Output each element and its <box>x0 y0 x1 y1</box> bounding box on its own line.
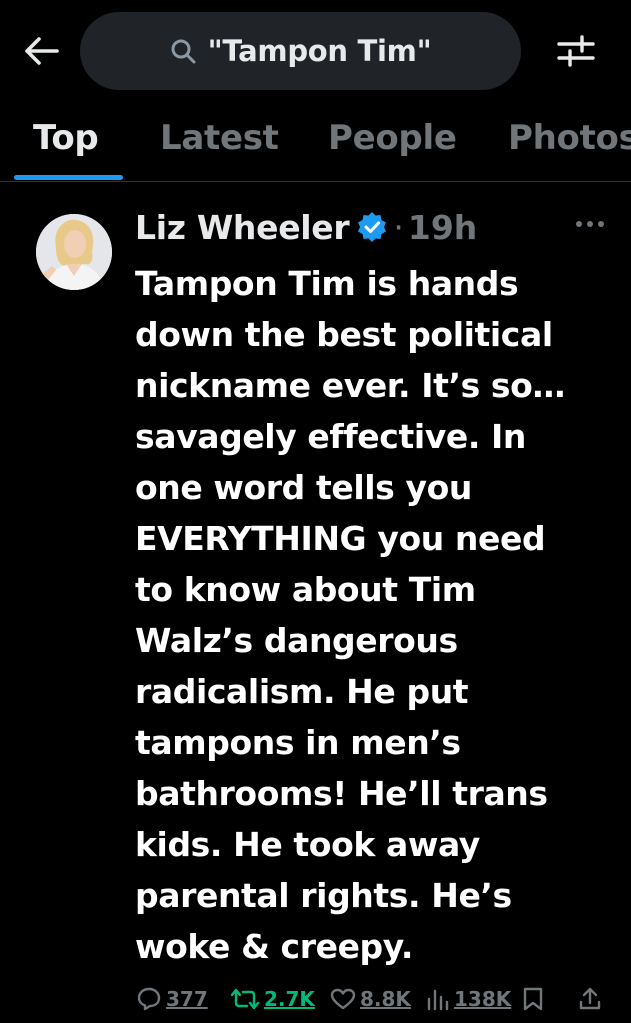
post-text-line: down the best political <box>135 315 553 354</box>
post-actions: 377 2.7K 8.8K 138K <box>0 982 631 1016</box>
repost-count: 2.7K <box>264 987 315 1011</box>
arrow-left-icon <box>25 37 59 65</box>
search-bar[interactable]: "Tampon Tim" <box>80 12 521 90</box>
sliders-icon <box>557 35 595 67</box>
reply-icon <box>137 987 161 1011</box>
post-text-line: woke & creepy. <box>135 927 413 966</box>
verified-badge-icon[interactable] <box>357 212 387 242</box>
post-text-line: radicalism. He put <box>135 672 469 711</box>
author-name[interactable]: Liz Wheeler <box>135 208 350 247</box>
post-text-line: to know about Tim <box>135 570 476 609</box>
like-count: 8.8K <box>360 987 411 1011</box>
separator-dot: · <box>393 207 404 247</box>
more-options-button[interactable] <box>570 212 610 236</box>
tab-people[interactable]: People <box>328 118 457 158</box>
analytics-icon <box>427 989 449 1011</box>
post-text-line: one word tells you <box>135 468 472 507</box>
heart-icon <box>330 988 356 1010</box>
tab-latest[interactable]: Latest <box>160 118 279 158</box>
post-timestamp[interactable]: 19h <box>408 208 477 247</box>
post-text-line: tampons in men’s <box>135 723 461 762</box>
post-text: Tampon Tim is hands down the best politi… <box>135 258 605 972</box>
more-horizontal-icon <box>576 221 604 227</box>
search-icon <box>171 39 196 64</box>
avatar[interactable] <box>36 214 112 290</box>
view-count: 138K <box>454 987 512 1011</box>
post-text-line: savagely effective. In <box>135 417 527 456</box>
post-text-line: Tampon Tim is hands <box>135 264 519 303</box>
avatar-image <box>36 214 112 290</box>
repost-icon <box>230 988 260 1010</box>
post-text-line: kids. He took away <box>135 825 480 864</box>
views-button[interactable]: 138K <box>426 982 511 1016</box>
back-button[interactable] <box>20 30 62 72</box>
bookmark-button[interactable] <box>522 982 544 1016</box>
search-query[interactable]: "Tampon Tim" <box>208 34 432 68</box>
search-tabs: Top Latest People Photos <box>0 100 631 182</box>
active-tab-indicator <box>14 175 123 180</box>
reply-button[interactable]: 377 <box>136 982 208 1016</box>
repost-button[interactable]: 2.7K <box>230 982 315 1016</box>
share-button[interactable] <box>578 982 602 1016</box>
post-text-line: Walz’s dangerous <box>135 621 458 660</box>
tab-top[interactable]: Top <box>33 118 99 158</box>
share-icon <box>579 987 601 1010</box>
post-text-line: nickname ever. It’s so… <box>135 366 566 405</box>
reply-count: 377 <box>166 987 208 1011</box>
post-text-line: parental rights. He’s <box>135 876 512 915</box>
post-text-line: EVERYTHING you need <box>135 519 546 558</box>
post-text-line: bathrooms! He’ll trans <box>135 774 548 813</box>
post-header: Liz Wheeler · 19h <box>135 204 477 250</box>
top-bar: "Tampon Tim" <box>0 0 631 100</box>
like-button[interactable]: 8.8K <box>330 982 411 1016</box>
post[interactable]: Liz Wheeler · 19h Tampon Tim is hands do… <box>0 182 631 1023</box>
bookmark-icon <box>523 987 543 1011</box>
tab-photos[interactable]: Photos <box>508 118 631 158</box>
search-filter-button[interactable] <box>553 30 599 72</box>
